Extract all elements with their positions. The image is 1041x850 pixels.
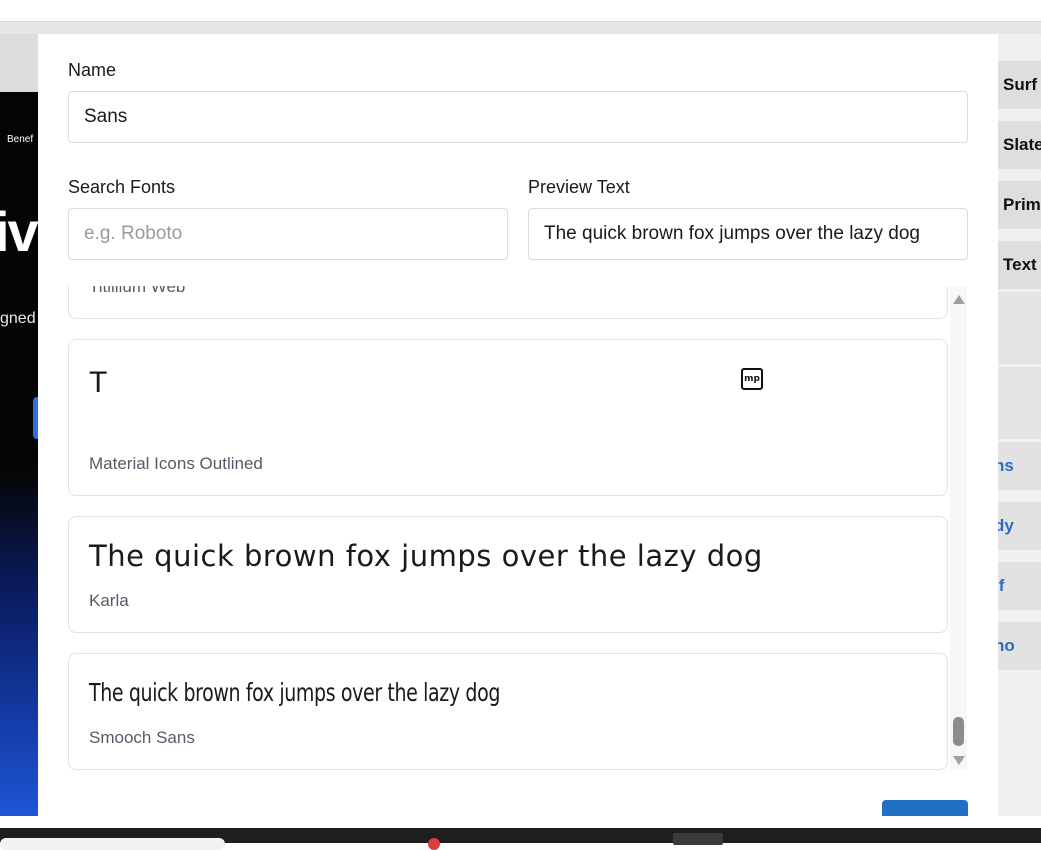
- search-fonts-input[interactable]: [68, 208, 508, 260]
- taskbar-search[interactable]: [0, 838, 225, 850]
- name-label: Name: [68, 60, 117, 80]
- theme-item-slate: Slate: [998, 121, 1041, 169]
- theme-item-primary: Prim: [998, 181, 1041, 229]
- mp-icon: mp: [741, 368, 763, 390]
- name-input[interactable]: [68, 91, 968, 143]
- theme-item-text: Text: [998, 241, 1041, 289]
- preview-hero-subtitle: gned: [0, 310, 36, 327]
- font-card-smooch-sans[interactable]: The quick brown fox jumps over the lazy …: [68, 653, 948, 770]
- browser-top-strip: [0, 0, 1041, 22]
- notification-badge: [428, 838, 440, 850]
- font-list-scrollbar[interactable]: [950, 286, 967, 770]
- font-card-name: Material Icons Outlined: [89, 454, 263, 473]
- preview-text-label: Preview Text: [528, 177, 630, 197]
- font-card-material-icons-outlined[interactable]: T mp Material Icons Outlined: [68, 339, 948, 496]
- theme-block: [998, 292, 1041, 364]
- font-list: Titillium Web T mp Material Icons Outlin…: [68, 286, 948, 770]
- preview-nav-link: Benef: [7, 134, 34, 145]
- scroll-down-arrow-icon[interactable]: [953, 756, 965, 765]
- font-card-name: Smooch Sans: [89, 728, 195, 747]
- font-link-body: dy: [998, 502, 1041, 550]
- font-link-serif: if: [998, 562, 1041, 610]
- font-card-karla[interactable]: The quick brown fox jumps over the lazy …: [68, 516, 948, 633]
- theme-item-surface: Surf: [998, 61, 1041, 109]
- scroll-up-arrow-icon[interactable]: [953, 295, 965, 304]
- font-card-preview: The quick brown fox jumps over the lazy …: [89, 678, 501, 707]
- preview-hero-title: iv: [0, 200, 38, 263]
- font-card-preview: T: [89, 366, 108, 399]
- preview-text-input[interactable]: [528, 208, 968, 260]
- background-theme-panel: Surf Slate Prim Text ns dy if no: [998, 34, 1041, 816]
- background-site-preview: Benef iv gned: [0, 34, 38, 816]
- theme-block: [998, 367, 1041, 439]
- font-link-mono: no: [998, 622, 1041, 670]
- font-card-preview: The quick brown fox jumps over the lazy …: [89, 539, 763, 573]
- font-card-name: Karla: [89, 591, 129, 610]
- search-fonts-label: Search Fonts: [68, 177, 176, 197]
- font-link-sans: ns: [998, 442, 1041, 490]
- taskbar-app-thumbnail[interactable]: [673, 833, 723, 845]
- preview-header: [0, 34, 38, 92]
- font-card-name: Titillium Web: [89, 286, 186, 296]
- scrollbar-thumb[interactable]: [953, 717, 964, 746]
- save-button[interactable]: [882, 800, 968, 816]
- font-picker-dialog: Name Search Fonts Preview Text Titillium…: [38, 34, 998, 816]
- font-card-titillium-web[interactable]: Titillium Web: [68, 286, 948, 319]
